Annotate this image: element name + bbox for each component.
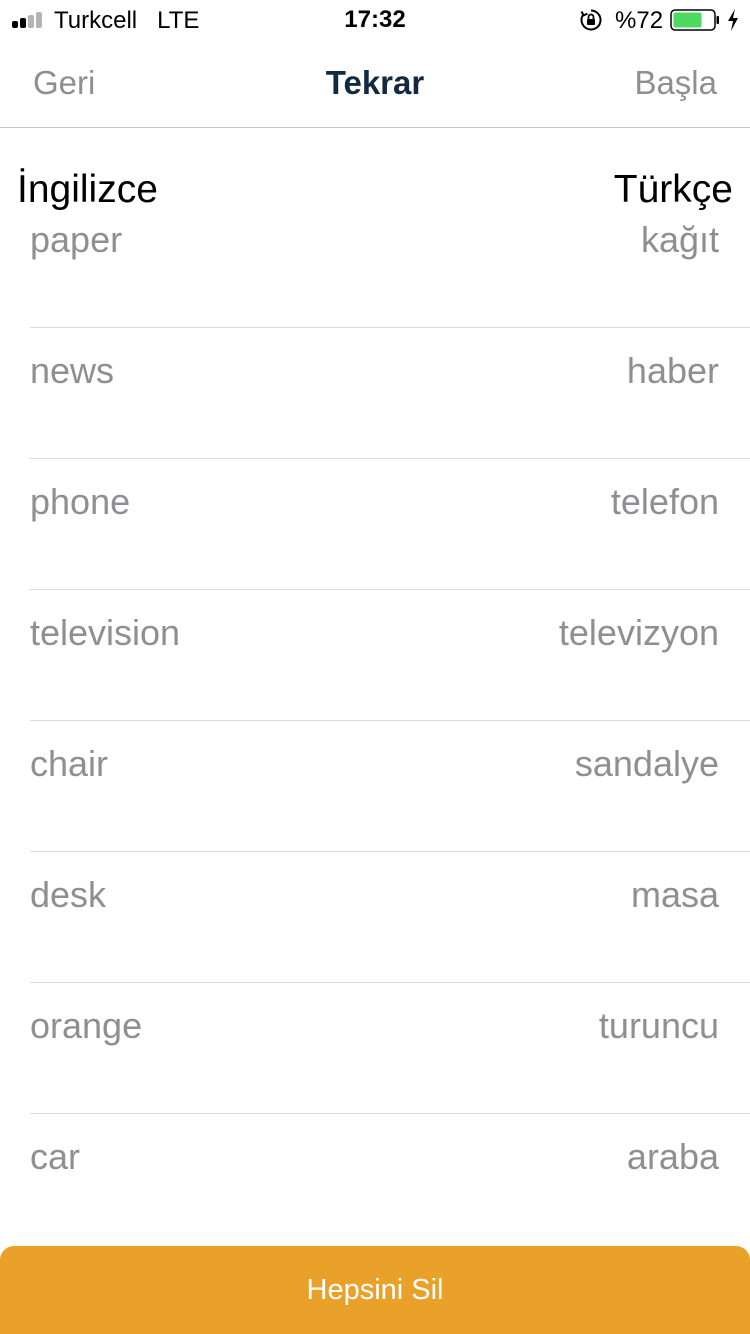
charging-bolt-icon bbox=[728, 9, 738, 31]
word-english: paper bbox=[30, 219, 123, 260]
word-turkish: telefon bbox=[610, 481, 719, 522]
word-english: phone bbox=[30, 481, 131, 522]
back-button[interactable]: Geri bbox=[33, 64, 95, 102]
start-button[interactable]: Başla bbox=[634, 64, 717, 102]
orientation-lock-icon bbox=[580, 9, 602, 31]
delete-all-button[interactable]: Hepsini Sil bbox=[0, 1246, 750, 1334]
word-row[interactable]: news haber bbox=[0, 328, 750, 459]
word-row[interactable]: paper kağıt bbox=[0, 212, 750, 328]
word-turkish: haber bbox=[626, 350, 719, 391]
word-english: television bbox=[30, 612, 181, 653]
word-row[interactable]: chair sandalye bbox=[0, 721, 750, 852]
word-list[interactable]: paper kağıt news haber phone telefon televisio… bbox=[0, 212, 750, 1246]
word-row[interactable]: car araba bbox=[0, 1114, 750, 1245]
word-turkish: sandalye bbox=[574, 743, 719, 784]
word-english: desk bbox=[30, 874, 107, 915]
word-row[interactable]: desk masa bbox=[0, 852, 750, 983]
word-english: chair bbox=[30, 743, 109, 784]
word-turkish: televizyon bbox=[558, 612, 719, 653]
status-bar: Turkcell LTE 17:32 %72 bbox=[0, 0, 750, 40]
word-turkish: araba bbox=[626, 1136, 719, 1177]
word-english: news bbox=[30, 350, 115, 391]
column-header-english: İngilizce bbox=[17, 168, 158, 211]
navigation-bar: Geri Tekrar Başla bbox=[0, 40, 750, 128]
word-english: orange bbox=[30, 1005, 143, 1046]
word-row[interactable]: television televizyon bbox=[0, 590, 750, 721]
word-turkish: kağıt bbox=[640, 219, 719, 260]
word-english: car bbox=[30, 1136, 81, 1177]
word-row[interactable]: orange turuncu bbox=[0, 983, 750, 1114]
column-header-turkish: Türkçe bbox=[613, 168, 733, 211]
battery-percent: %72 bbox=[615, 7, 664, 34]
word-turkish: masa bbox=[630, 874, 719, 915]
battery-icon bbox=[670, 9, 719, 31]
word-turkish: turuncu bbox=[598, 1005, 719, 1046]
word-row[interactable]: phone telefon bbox=[0, 459, 750, 590]
